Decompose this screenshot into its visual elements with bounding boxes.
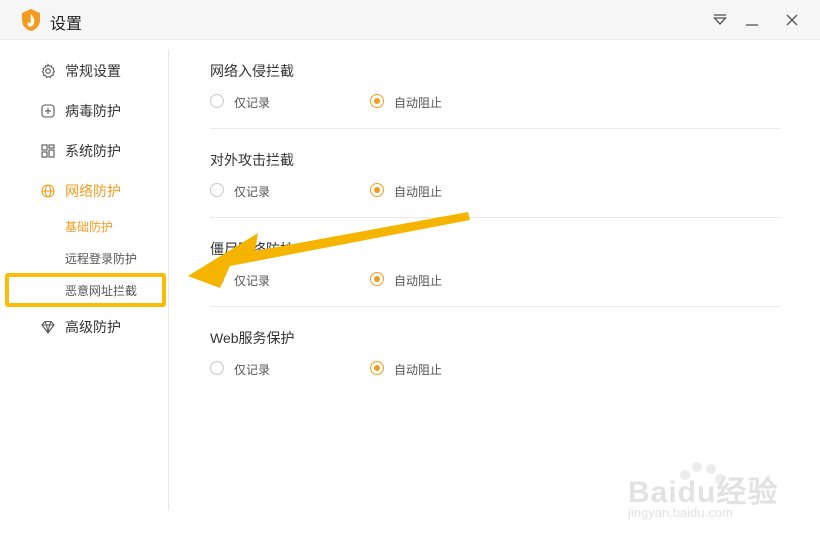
sidebar-item-advanced[interactable]: 高级防护 xyxy=(40,315,121,339)
section-divider xyxy=(210,128,780,129)
watermark-url: jingyan.baidu.com xyxy=(628,505,733,520)
gear-icon xyxy=(41,63,56,79)
radio-log-only[interactable] xyxy=(210,361,224,375)
section-title-web-service: Web服务保护 xyxy=(210,330,295,346)
title-bar: 设置 xyxy=(0,0,820,40)
radio-label: 自动阻止 xyxy=(394,274,443,288)
radio-label: 仅记录 xyxy=(234,185,271,199)
section-divider xyxy=(210,306,780,307)
grid-icon xyxy=(41,144,55,158)
subitem-basic-protection[interactable]: 基础防护 xyxy=(65,218,113,235)
section-title-botnet: 僵尸网络防护 xyxy=(210,241,294,257)
highlight-box xyxy=(5,273,166,307)
radio-label: 自动阻止 xyxy=(394,185,443,199)
sidebar-item-label: 系统防护 xyxy=(65,143,121,159)
globe-icon xyxy=(41,184,55,198)
radio-label: 仅记录 xyxy=(234,363,271,377)
radio-auto-block[interactable] xyxy=(370,183,384,197)
sidebar-item-network[interactable]: 网络防护 xyxy=(40,179,121,203)
subitem-remote-login[interactable]: 远程登录防护 xyxy=(65,250,137,267)
radio-label: 仅记录 xyxy=(234,274,271,288)
section-title-intrusion: 网络入侵拦截 xyxy=(210,63,294,79)
section-title-outbound-attack: 对外攻击拦截 xyxy=(210,152,294,168)
radio-auto-block[interactable] xyxy=(370,272,384,286)
radio-label: 自动阻止 xyxy=(394,96,443,110)
diamond-icon xyxy=(41,320,55,334)
sidebar-item-label: 网络防护 xyxy=(65,183,121,199)
radio-label: 自动阻止 xyxy=(394,363,443,377)
dropdown-triangle-icon[interactable] xyxy=(710,10,730,30)
sidebar-item-label: 病毒防护 xyxy=(65,103,121,119)
sidebar-item-label: 常规设置 xyxy=(65,63,121,79)
plus-box-icon xyxy=(41,104,55,118)
radio-log-only[interactable] xyxy=(210,272,224,286)
sidebar-divider xyxy=(168,50,169,510)
radio-auto-block[interactable] xyxy=(370,361,384,375)
minimize-icon[interactable] xyxy=(742,10,762,30)
shield-flame-logo-icon xyxy=(22,9,40,31)
radio-log-only[interactable] xyxy=(210,94,224,108)
sidebar-item-general[interactable]: 常规设置 xyxy=(40,59,121,83)
radio-label: 仅记录 xyxy=(234,96,271,110)
radio-log-only[interactable] xyxy=(210,183,224,197)
section-divider xyxy=(210,217,780,218)
radio-auto-block[interactable] xyxy=(370,94,384,108)
sidebar-item-virus[interactable]: 病毒防护 xyxy=(40,99,121,123)
window-title: 设置 xyxy=(50,16,83,33)
close-icon[interactable] xyxy=(782,10,802,30)
sidebar-item-system[interactable]: 系统防护 xyxy=(40,139,121,163)
sidebar-item-label: 高级防护 xyxy=(65,319,121,335)
